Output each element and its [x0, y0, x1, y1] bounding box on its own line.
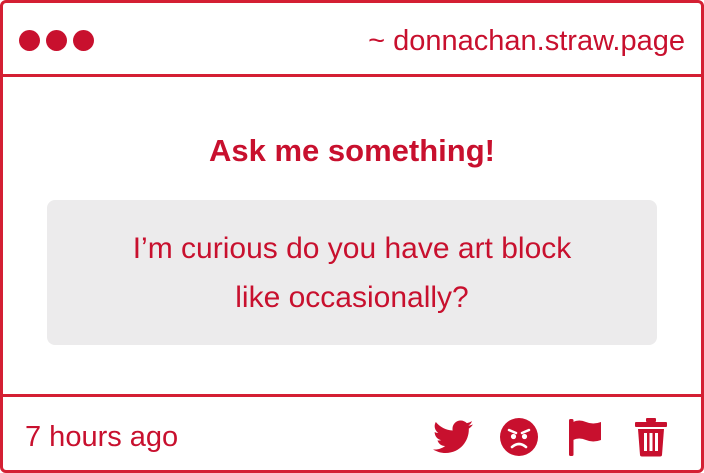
window-dot [46, 30, 67, 51]
question-text: I’m curious do you have art block like o… [132, 231, 572, 314]
page-title: Ask me something! [209, 133, 495, 168]
twitter-share-button[interactable] [433, 417, 473, 457]
action-icons [433, 417, 671, 457]
page-url[interactable]: ~ donnachan.straw.page [368, 24, 685, 58]
window-dot [19, 30, 40, 51]
report-angry-button[interactable] [499, 417, 539, 457]
delete-button[interactable] [631, 417, 671, 457]
angry-face-icon [500, 418, 538, 456]
window-dot [73, 30, 94, 51]
twitter-icon [433, 420, 473, 453]
flag-icon [569, 419, 601, 456]
trash-icon [635, 418, 667, 457]
flag-button[interactable] [565, 417, 605, 457]
window-titlebar: ~ donnachan.straw.page [3, 3, 701, 77]
window-dots [19, 30, 94, 51]
question-card: ~ donnachan.straw.page Ask me something!… [0, 0, 704, 473]
question-box: I’m curious do you have art block like o… [47, 200, 657, 345]
timestamp: 7 hours ago [25, 421, 179, 453]
card-footer: 7 hours ago [3, 394, 701, 470]
